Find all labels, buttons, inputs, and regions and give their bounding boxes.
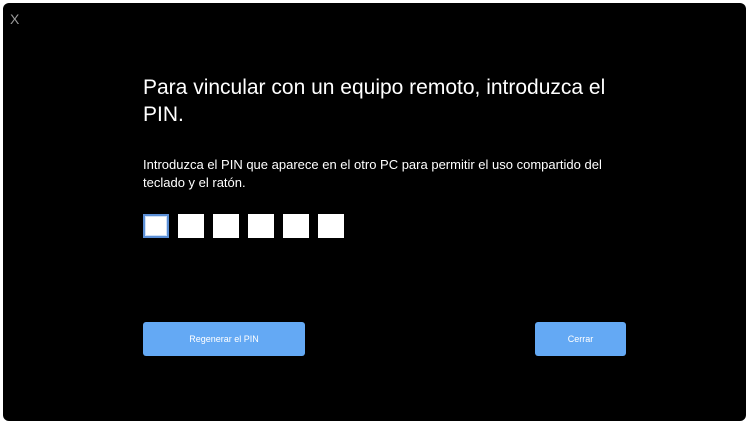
- close-button[interactable]: Cerrar: [535, 322, 626, 356]
- pin-digit-3[interactable]: [213, 214, 239, 238]
- regenerate-pin-button[interactable]: Regenerar el PIN: [143, 322, 305, 356]
- pin-digit-6[interactable]: [318, 214, 344, 238]
- pin-pairing-dialog: X Para vincular con un equipo remoto, in…: [3, 3, 746, 421]
- pin-digit-1[interactable]: [143, 214, 169, 238]
- pin-input-group: [143, 214, 344, 238]
- pin-digit-4[interactable]: [248, 214, 274, 238]
- close-icon[interactable]: X: [10, 11, 24, 27]
- pin-digit-5[interactable]: [283, 214, 309, 238]
- pin-digit-2[interactable]: [178, 214, 204, 238]
- dialog-title: Para vincular con un equipo remoto, intr…: [143, 76, 606, 126]
- dialog-description: Introduzca el PIN que aparece en el otro…: [143, 157, 602, 190]
